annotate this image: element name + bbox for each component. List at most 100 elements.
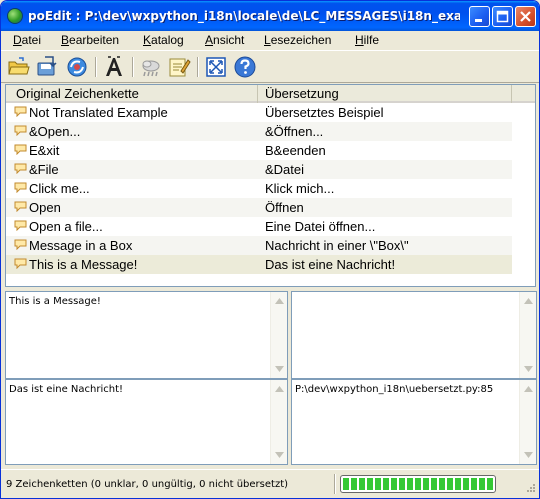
column-header-original[interactable]: Original Zeichenkette bbox=[6, 85, 258, 103]
translation-scrollbar[interactable] bbox=[270, 380, 287, 464]
maximize-icon bbox=[496, 10, 509, 23]
row-translation: Übersetztes Beispiel bbox=[265, 105, 384, 120]
message-bubble-icon bbox=[14, 201, 27, 212]
translation-text-panel[interactable]: Das ist eine Nachricht! bbox=[5, 379, 288, 465]
list-row[interactable]: Not Translated Example Übersetztes Beispi… bbox=[6, 103, 512, 122]
menu-bearbeiten-mnemonic: B bbox=[61, 33, 70, 47]
original-scrollbar[interactable] bbox=[270, 292, 287, 378]
row-original: Message in a Box bbox=[29, 238, 133, 253]
references-scrollbar[interactable] bbox=[519, 380, 536, 464]
scroll-up-icon bbox=[524, 298, 533, 304]
scroll-down-icon bbox=[524, 366, 533, 372]
minimize-icon bbox=[475, 19, 482, 22]
list-row[interactable]: Open a file... Eine Datei öffnen... bbox=[6, 217, 512, 236]
font-button[interactable] bbox=[102, 55, 126, 79]
scroll-up-icon bbox=[524, 386, 533, 392]
fuzzy-button[interactable] bbox=[139, 55, 163, 79]
row-original: This is a Message! bbox=[29, 257, 138, 272]
list-row[interactable]: E&xit B&eenden bbox=[6, 141, 512, 160]
fuzzy-icon bbox=[142, 60, 160, 77]
menu-bearbeiten-label: earbeiten bbox=[69, 33, 120, 47]
menu-katalog[interactable]: Katalog bbox=[143, 33, 184, 47]
scroll-down-icon bbox=[275, 452, 284, 458]
close-button[interactable] bbox=[515, 6, 536, 27]
help-icon bbox=[234, 56, 256, 78]
menu-ansicht[interactable]: Ansicht bbox=[205, 33, 244, 47]
column-header-translation[interactable]: Übersetzung bbox=[260, 85, 512, 103]
list-row[interactable]: Message in a Box Nachricht in einer \"Box… bbox=[6, 236, 512, 255]
help-button[interactable] bbox=[233, 55, 257, 79]
resize-grip-icon[interactable] bbox=[524, 483, 536, 495]
reference-text[interactable]: P:\dev\wxpython_i18n\uebersetzt.py:85 bbox=[295, 384, 493, 395]
menu-datei-mnemonic: D bbox=[13, 33, 22, 47]
comment-edit-button[interactable] bbox=[167, 55, 191, 79]
menu-ansicht-label: nsicht bbox=[213, 33, 245, 47]
list-row[interactable]: &Open... &Öffnen... bbox=[6, 122, 512, 141]
row-translation: &Öffnen... bbox=[265, 124, 324, 139]
list-rows: Not Translated Example Übersetztes Beispi… bbox=[6, 103, 535, 274]
translation-text[interactable]: Das ist eine Nachricht! bbox=[9, 384, 123, 395]
update-catalog-icon bbox=[67, 57, 87, 77]
scroll-up-icon bbox=[275, 386, 284, 392]
menu-datei-label: atei bbox=[21, 33, 42, 47]
row-translation: Das ist eine Nachricht! bbox=[265, 257, 396, 272]
minimize-button[interactable] bbox=[469, 6, 490, 27]
menu-katalog-label: atalog bbox=[151, 33, 184, 47]
comment-edit-icon bbox=[169, 58, 191, 77]
scroll-down-icon bbox=[524, 452, 533, 458]
save-icon bbox=[37, 56, 57, 76]
row-translation: Nachricht in einer \"Box\" bbox=[265, 238, 409, 253]
status-text: 9 Zeichenketten (0 unklar, 0 ungültig, 0… bbox=[6, 479, 289, 490]
comment-panel[interactable] bbox=[291, 291, 537, 379]
message-bubble-icon bbox=[14, 239, 27, 250]
menu-datei[interactable]: Datei bbox=[13, 33, 41, 47]
open-folder-icon bbox=[8, 57, 30, 75]
menu-hilfe-label: ilfe bbox=[363, 33, 380, 47]
fullscreen-button[interactable] bbox=[204, 55, 228, 79]
toolbar-separator bbox=[197, 57, 199, 77]
message-bubble-icon bbox=[14, 182, 27, 193]
row-original: Click me... bbox=[29, 181, 90, 196]
message-bubble-icon bbox=[14, 144, 27, 155]
list-row[interactable]: Click me... Klick mich... bbox=[6, 179, 512, 198]
menu-bar: Datei Bearbeiten Katalog Ansicht Lesezei… bbox=[1, 31, 539, 50]
menu-hilfe[interactable]: Hilfe bbox=[355, 33, 379, 47]
menu-lesezeichen[interactable]: Lesezeichen bbox=[264, 33, 331, 47]
message-list[interactable]: Original Zeichenkette Übersetzung Not Tr… bbox=[5, 84, 536, 287]
list-row[interactable]: Open Öffnen bbox=[6, 198, 512, 217]
menu-bearbeiten[interactable]: Bearbeiten bbox=[61, 33, 119, 47]
toolbar-separator bbox=[132, 57, 134, 77]
save-button[interactable] bbox=[35, 55, 59, 79]
row-translation: &Datei bbox=[265, 162, 305, 177]
message-bubble-icon bbox=[14, 106, 27, 117]
original-text: This is a Message! bbox=[9, 296, 101, 307]
open-button[interactable] bbox=[7, 55, 31, 79]
toolbar bbox=[1, 50, 539, 83]
original-text-panel: This is a Message! bbox=[5, 291, 288, 379]
message-bubble-icon bbox=[14, 163, 27, 174]
toolbar-separator bbox=[95, 57, 97, 77]
menu-katalog-mnemonic: K bbox=[143, 33, 152, 47]
font-icon bbox=[106, 56, 122, 76]
title-bar[interactable]: poEdit : P:\dev\wxpython_i18n\locale\de\… bbox=[1, 1, 539, 31]
row-translation: Eine Datei öffnen... bbox=[265, 219, 376, 234]
poedit-app-icon[interactable] bbox=[7, 8, 23, 24]
list-header: Original Zeichenkette Übersetzung bbox=[6, 85, 535, 103]
row-translation: Klick mich... bbox=[265, 181, 335, 196]
row-translation: Öffnen bbox=[265, 200, 304, 215]
message-bubble-icon bbox=[14, 220, 27, 231]
list-row[interactable]: This is a Message! Das ist eine Nachricht… bbox=[6, 255, 512, 274]
comment-scrollbar[interactable] bbox=[519, 292, 536, 378]
menu-lesezeichen-label: esezeichen bbox=[270, 33, 332, 47]
maximize-button[interactable] bbox=[492, 6, 513, 27]
row-original: E&xit bbox=[29, 143, 60, 158]
update-catalog-button[interactable] bbox=[65, 55, 89, 79]
references-panel[interactable]: P:\dev\wxpython_i18n\uebersetzt.py:85 bbox=[291, 379, 537, 465]
list-row[interactable]: &File &Datei bbox=[6, 160, 512, 179]
fullscreen-icon bbox=[206, 57, 226, 77]
scroll-down-icon bbox=[275, 366, 284, 372]
close-icon bbox=[520, 11, 531, 22]
row-original: Open bbox=[29, 200, 61, 215]
poedit-window: poEdit : P:\dev\wxpython_i18n\locale\de\… bbox=[0, 0, 540, 499]
scroll-up-icon bbox=[275, 298, 284, 304]
